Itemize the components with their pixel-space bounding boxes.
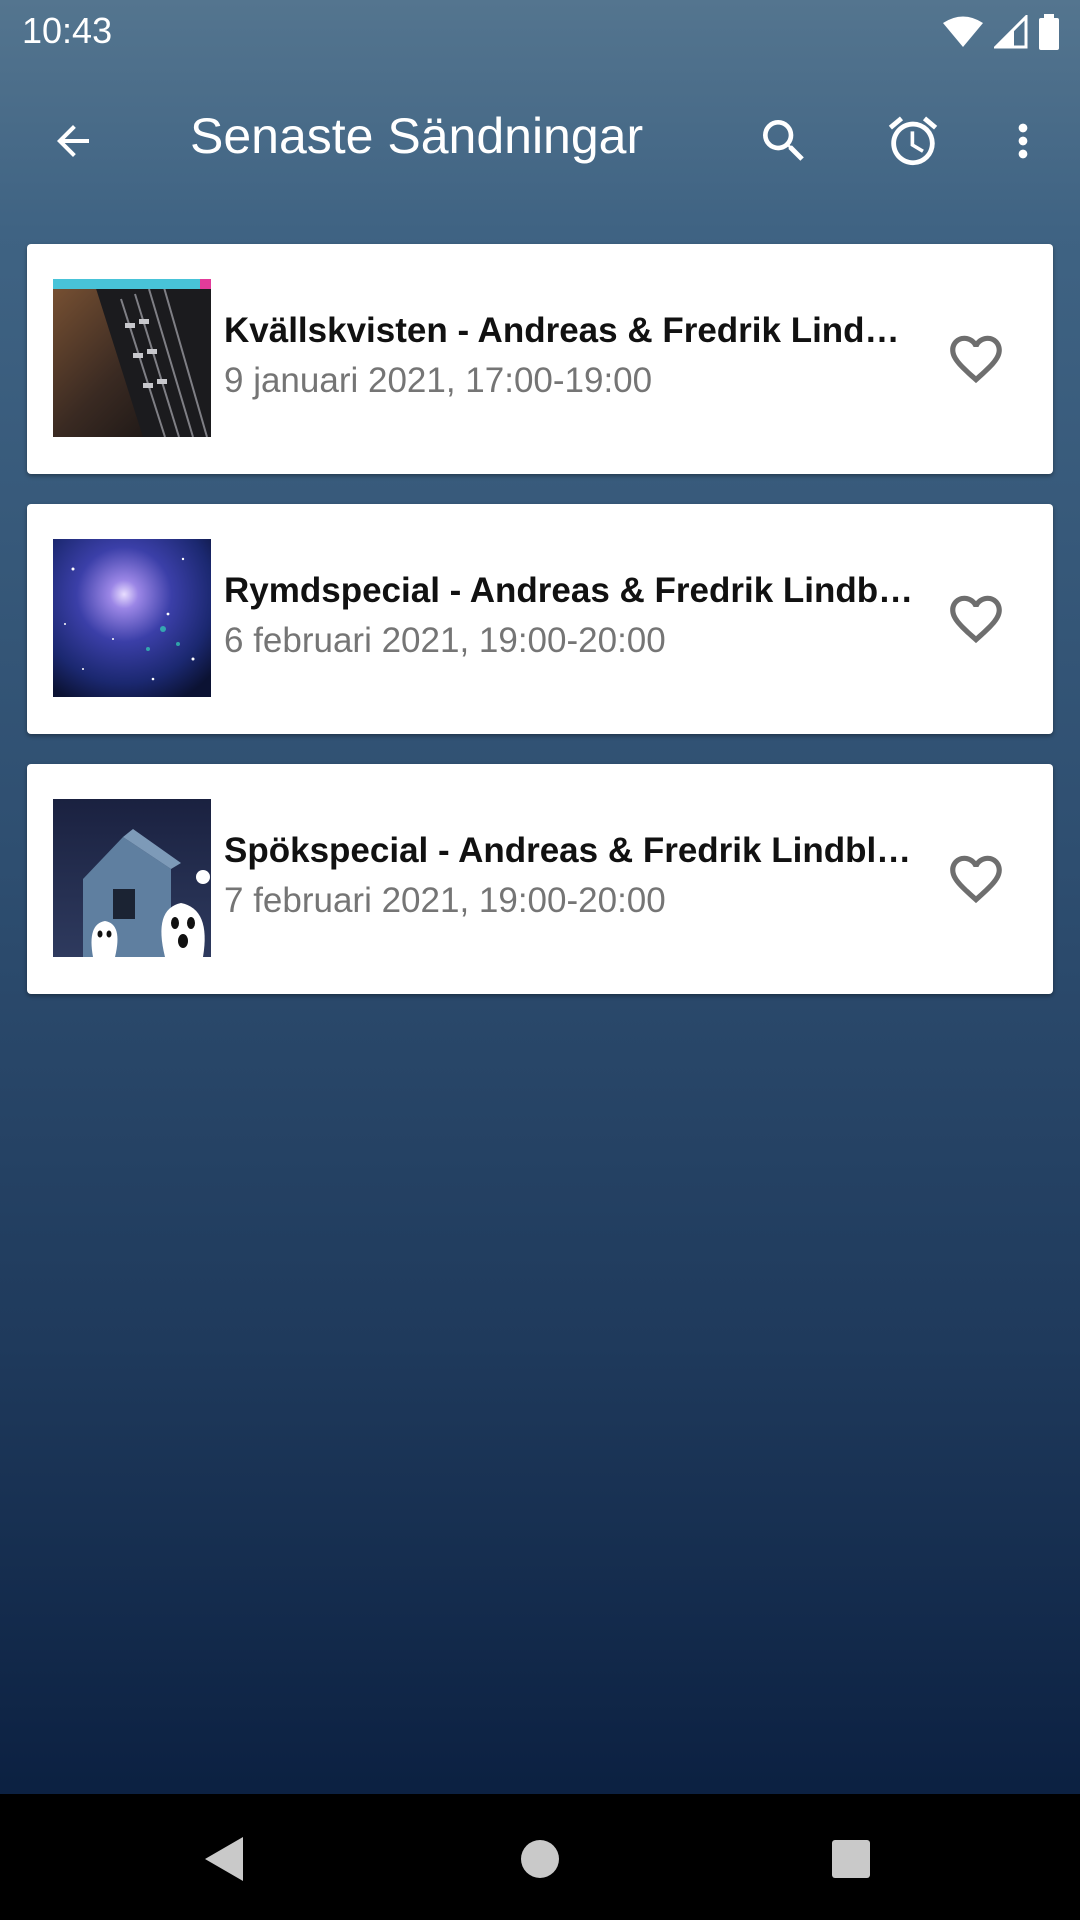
item-text: Rymdspecial - Andreas & Fredrik Lindb… 6… — [224, 570, 936, 662]
heart-outline-icon — [950, 335, 1002, 384]
broadcast-list: Kvällskvisten - Andreas & Fredrik Lind… … — [27, 244, 1053, 1024]
cell-signal-icon — [994, 15, 1028, 49]
favorite-button[interactable] — [939, 582, 1013, 656]
alarm-clock-icon — [888, 116, 938, 166]
heart-outline-icon — [950, 855, 1002, 904]
list-item[interactable]: Kvällskvisten - Andreas & Fredrik Lind… … — [27, 244, 1053, 474]
item-title: Spökspecial - Andreas & Fredrik Lindbl… — [224, 831, 912, 870]
item-text: Spökspecial - Andreas & Fredrik Lindbl… … — [224, 830, 936, 922]
favorite-button[interactable] — [939, 842, 1013, 916]
system-nav-bar — [0, 1794, 1080, 1920]
search-button[interactable] — [747, 104, 821, 178]
item-date: 6 februari 2021, 19:00-20:00 — [224, 621, 666, 660]
app-bar: Senaste Sändningar — [0, 64, 1080, 210]
square-recents-icon — [832, 1840, 870, 1878]
item-date: 7 februari 2021, 19:00-20:00 — [224, 881, 666, 920]
circle-home-icon — [521, 1840, 559, 1878]
nav-home-button[interactable] — [505, 1824, 575, 1894]
more-vert-icon — [1018, 123, 1028, 159]
nav-recents-button[interactable] — [816, 1824, 886, 1894]
wifi-icon — [943, 16, 983, 47]
heart-outline-icon — [950, 595, 1002, 644]
overflow-menu-button[interactable] — [986, 104, 1060, 178]
status-time: 10:43 — [22, 10, 113, 51]
item-title: Rymdspecial - Andreas & Fredrik Lindb… — [224, 571, 914, 610]
back-button[interactable] — [36, 104, 110, 178]
item-title: Kvällskvisten - Andreas & Fredrik Lind… — [224, 311, 900, 350]
thumbnail-image — [53, 279, 211, 437]
battery-icon — [1039, 14, 1059, 50]
search-icon — [763, 120, 804, 161]
thumbnail-image — [53, 799, 211, 957]
favorite-button[interactable] — [939, 322, 1013, 396]
nav-back-button[interactable] — [190, 1824, 260, 1894]
item-date: 9 januari 2021, 17:00-19:00 — [224, 361, 653, 400]
status-icons — [942, 12, 1060, 52]
list-item[interactable]: Rymdspecial - Andreas & Fredrik Lindb… 6… — [27, 504, 1053, 734]
list-item[interactable]: Spökspecial - Andreas & Fredrik Lindbl… … — [27, 764, 1053, 994]
page-title: Senaste Sändningar — [190, 108, 644, 164]
arrow-back-icon — [57, 125, 89, 157]
triangle-back-icon — [205, 1837, 243, 1881]
alarm-button[interactable] — [876, 104, 950, 178]
item-text: Kvällskvisten - Andreas & Fredrik Lind… … — [224, 310, 936, 402]
thumbnail-image — [53, 539, 211, 697]
status-bar: 10:43 — [0, 0, 1080, 64]
